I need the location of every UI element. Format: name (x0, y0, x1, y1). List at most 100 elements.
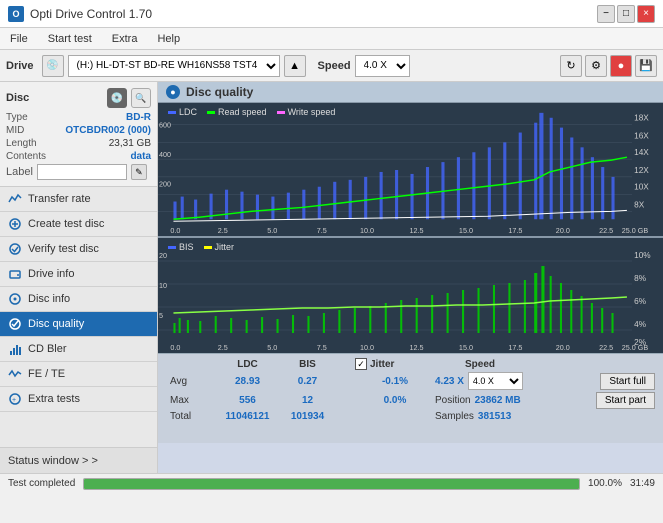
info-btn[interactable]: ● (610, 55, 632, 77)
speed-header: Speed (435, 359, 495, 370)
label-label: Label (6, 166, 33, 178)
write-speed-legend: Write speed (288, 107, 336, 117)
speed-select-stats[interactable]: 4.0 X (468, 372, 523, 390)
svg-text:25.0 GB: 25.0 GB (622, 344, 649, 352)
svg-text:20.0: 20.0 (556, 344, 570, 352)
close-button[interactable]: × (637, 5, 655, 23)
speed-label: Speed (318, 60, 351, 72)
svg-text:15.0: 15.0 (459, 344, 473, 352)
toolbar-actions: ↻ ⚙ ● 💾 (560, 55, 657, 77)
label-edit-btn[interactable]: ✎ (131, 164, 147, 180)
sidebar-item-disc-info[interactable]: Disc info (0, 287, 157, 312)
svg-text:2.5: 2.5 (218, 228, 228, 235)
window-controls: − □ × (597, 5, 655, 23)
sidebar-item-verify-test-disc[interactable]: Verify test disc (0, 237, 157, 262)
sidebar-item-create-test-disc[interactable]: Create test disc (0, 212, 157, 237)
disc-quality-header: ● Disc quality (158, 82, 663, 103)
svg-text:10.0: 10.0 (360, 228, 374, 235)
avg-bis: 0.27 (280, 376, 335, 387)
progress-percent: 100.0% (588, 478, 622, 489)
svg-text:+: + (12, 397, 16, 404)
svg-text:2.5: 2.5 (218, 344, 228, 352)
status-window-label: Status window > > (8, 455, 98, 467)
disc-detail-btn[interactable]: 🔍 (131, 88, 151, 108)
drive-info-icon (8, 267, 22, 281)
label-input[interactable] (37, 164, 127, 180)
jitter-checkbox[interactable]: ✓ (355, 358, 367, 370)
main-layout: Disc 💿 🔍 Type BD-R MID OTCBDR002 (000) L… (0, 82, 663, 473)
svg-text:25.0 GB: 25.0 GB (622, 228, 649, 235)
charts-area: LDC Read speed Write speed (158, 103, 663, 473)
status-label: Test completed (8, 478, 75, 489)
ldc-legend: LDC (179, 107, 197, 117)
menu-file[interactable]: File (6, 32, 32, 46)
svg-text:0.0: 0.0 (170, 228, 180, 235)
length-value: 23,31 GB (109, 138, 151, 149)
svg-text:0.0: 0.0 (170, 344, 180, 352)
svg-text:5: 5 (159, 312, 163, 320)
disc-quality-icon (8, 317, 22, 331)
svg-text:7.5: 7.5 (317, 228, 327, 235)
title-bar: O Opti Drive Control 1.70 − □ × (0, 0, 663, 28)
svg-text:12.5: 12.5 (409, 344, 423, 352)
speed-value: 4.23 X (435, 376, 464, 387)
cd-bler-icon (8, 342, 22, 356)
status-window-btn[interactable]: Status window > > (0, 447, 157, 473)
start-full-btn[interactable]: Start full (600, 373, 655, 390)
disc-panel: Disc 💿 🔍 Type BD-R MID OTCBDR002 (000) L… (0, 82, 157, 187)
ldc-chart: LDC Read speed Write speed (158, 103, 663, 238)
menu-extra[interactable]: Extra (108, 32, 142, 46)
type-label: Type (6, 112, 28, 123)
stats-bar: LDC BIS ✓ Jitter Speed Avg 28.93 0.27 (158, 353, 663, 443)
speed-select[interactable]: 4.0 X (355, 55, 410, 77)
svg-text:12.5: 12.5 (409, 228, 423, 235)
total-label: Total (170, 411, 215, 422)
drive-toolbar: Drive 💿 (H:) HL-DT-ST BD-RE WH16NS58 TST… (0, 50, 663, 82)
svg-text:600: 600 (159, 123, 171, 130)
max-label: Max (170, 395, 215, 406)
menu-help[interactable]: Help (153, 32, 184, 46)
extra-tests-icon: + (8, 392, 22, 406)
svg-text:10: 10 (159, 282, 167, 290)
svg-text:6%: 6% (634, 297, 646, 306)
svg-text:18X: 18X (634, 114, 649, 123)
drive-select[interactable]: (H:) HL-DT-ST BD-RE WH16NS58 TST4 (68, 55, 280, 77)
maximize-button[interactable]: □ (617, 5, 635, 23)
bis-header: BIS (280, 359, 335, 370)
svg-text:5.0: 5.0 (267, 228, 277, 235)
minimize-button[interactable]: − (597, 5, 615, 23)
disc-image-icon: 💿 (107, 88, 127, 108)
sidebar-item-fe-te[interactable]: FE / TE (0, 362, 157, 387)
drive-icon-btn[interactable]: 💿 (42, 55, 64, 77)
svg-text:20: 20 (159, 252, 167, 260)
disc-quality-header-icon: ● (166, 85, 180, 99)
contents-value: data (130, 151, 151, 162)
menu-starttest[interactable]: Start test (44, 32, 96, 46)
save-btn[interactable]: 💾 (635, 55, 657, 77)
settings-btn[interactable]: ⚙ (585, 55, 607, 77)
max-ldc: 556 (215, 395, 280, 406)
refresh-btn[interactable]: ↻ (560, 55, 582, 77)
svg-text:14X: 14X (634, 148, 649, 157)
sidebar-item-disc-quality[interactable]: Disc quality (0, 312, 157, 337)
sidebar-item-transfer-rate[interactable]: Transfer rate (0, 187, 157, 212)
svg-text:12X: 12X (634, 166, 649, 175)
disc-section-title: Disc (6, 92, 29, 104)
disc-info-icon (8, 292, 22, 306)
svg-text:20.0: 20.0 (556, 228, 570, 235)
drive-label: Drive (6, 60, 34, 72)
mid-label: MID (6, 125, 24, 136)
mid-value: OTCBDR002 (000) (65, 125, 151, 136)
eject-btn[interactable]: ▲ (284, 55, 306, 77)
bis-legend: BIS (179, 242, 194, 252)
sidebar-item-extra-tests[interactable]: + Extra tests (0, 387, 157, 412)
svg-text:10.0: 10.0 (360, 344, 374, 352)
svg-text:400: 400 (159, 152, 171, 159)
sidebar-item-drive-info[interactable]: Drive info (0, 262, 157, 287)
svg-text:4%: 4% (634, 320, 646, 329)
svg-text:15.0: 15.0 (459, 228, 473, 235)
start-part-btn[interactable]: Start part (596, 392, 655, 409)
transfer-rate-icon (8, 192, 22, 206)
bis-chart: BIS Jitter (158, 238, 663, 353)
sidebar-item-cd-bler[interactable]: CD Bler (0, 337, 157, 362)
